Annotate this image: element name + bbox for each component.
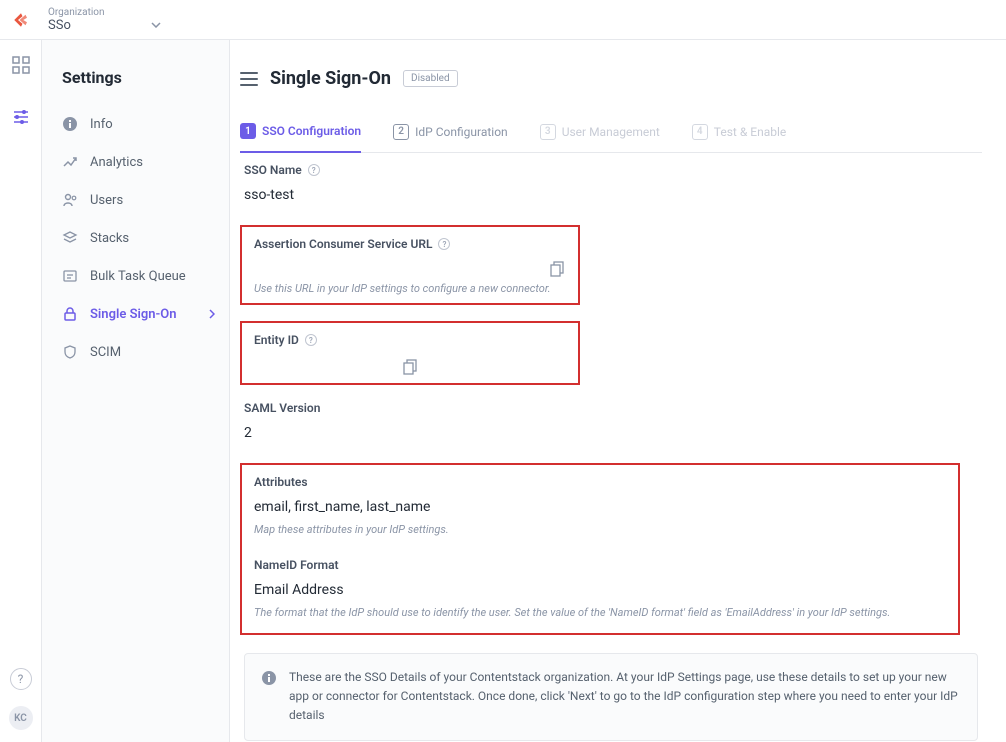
queue-icon <box>62 268 78 284</box>
sidebar-item-label: Users <box>90 193 123 208</box>
tab-idp-config[interactable]: 2 IdP Configuration <box>393 115 508 152</box>
copy-icon[interactable] <box>403 359 417 375</box>
field-value: email, first_name, last_name <box>254 499 946 515</box>
tab-user-mgmt: 3 User Management <box>540 115 660 152</box>
info-icon <box>62 116 78 132</box>
top-bar: Organization SSo <box>0 0 1006 40</box>
help-tooltip-icon[interactable]: ? <box>438 238 450 250</box>
stacks-icon <box>62 230 78 246</box>
sidebar-item-sso[interactable]: Single Sign-On <box>42 295 229 333</box>
field-label-text: NameID Format <box>254 558 339 572</box>
help-icon[interactable]: ? <box>10 668 32 690</box>
field-sso-name: SSO Name ? sso-test <box>240 163 982 203</box>
sidebar-item-label: Bulk Task Queue <box>90 269 186 284</box>
field-value: sso-test <box>244 187 978 203</box>
field-hint: Use this URL in your IdP settings to con… <box>254 282 551 295</box>
sidebar-item-label: SCIM <box>90 345 121 360</box>
sidebar-item-label: Single Sign-On <box>90 307 177 322</box>
field-label-text: Attributes <box>254 475 308 489</box>
info-icon <box>261 670 277 686</box>
field-label-text: SAML Version <box>244 401 320 415</box>
users-icon <box>62 192 78 208</box>
shield-icon <box>62 344 78 360</box>
main-content: Single Sign-On Disabled 1 SSO Configurat… <box>230 40 1006 742</box>
info-text: These are the SSO Details of your Conten… <box>289 668 961 726</box>
help-tooltip-icon[interactable]: ? <box>308 164 320 176</box>
tab-sso-config[interactable]: 1 SSO Configuration <box>240 115 361 153</box>
lock-icon <box>62 306 78 322</box>
sidebar: Settings Info Analytics Users Stacks Bul… <box>42 40 230 742</box>
app-logo-icon <box>12 11 30 29</box>
field-value: Email Address <box>254 582 946 598</box>
tab-number: 4 <box>692 124 708 140</box>
tab-number: 3 <box>540 124 556 140</box>
tab-label: IdP Configuration <box>415 125 508 139</box>
sliders-icon[interactable] <box>12 108 30 126</box>
field-label-text: SSO Name <box>244 163 302 177</box>
sidebar-item-scim[interactable]: SCIM <box>42 333 229 371</box>
tab-label: SSO Configuration <box>262 124 361 138</box>
field-hint: The format that the IdP should use to id… <box>254 606 946 619</box>
tabs: 1 SSO Configuration 2 IdP Configuration … <box>240 115 982 153</box>
field-value: 2 <box>244 425 978 441</box>
avatar[interactable]: KC <box>9 706 33 730</box>
chevron-right-icon <box>209 309 215 319</box>
org-label: Organization <box>48 7 161 18</box>
chevron-down-icon <box>151 22 161 28</box>
field-hint: Map these attributes in your IdP setting… <box>254 523 946 536</box>
field-saml-version: SAML Version 2 <box>240 401 982 441</box>
tab-label: Test & Enable <box>714 125 786 139</box>
sidebar-item-label: Info <box>90 117 113 132</box>
org-name: SSo <box>48 18 71 33</box>
sidebar-item-stacks[interactable]: Stacks <box>42 219 229 257</box>
tab-number: 2 <box>393 124 409 140</box>
menu-toggle-icon[interactable] <box>240 72 258 86</box>
field-entity-id: Entity ID ? <box>240 321 580 385</box>
field-acs-url: Assertion Consumer Service URL ? Use thi… <box>240 225 580 305</box>
tab-number: 1 <box>240 123 256 139</box>
apps-icon[interactable] <box>12 56 30 74</box>
org-selector[interactable]: Organization SSo <box>48 7 161 33</box>
left-rail: ? KC <box>0 40 42 742</box>
status-badge: Disabled <box>403 70 458 87</box>
sidebar-item-info[interactable]: Info <box>42 105 229 143</box>
tab-label: User Management <box>562 125 660 139</box>
sidebar-title: Settings <box>42 68 229 105</box>
info-box: These are the SSO Details of your Conten… <box>244 653 978 741</box>
copy-icon[interactable] <box>550 261 564 277</box>
sidebar-item-bulk-task[interactable]: Bulk Task Queue <box>42 257 229 295</box>
analytics-icon <box>62 154 78 170</box>
sidebar-item-label: Analytics <box>90 155 143 170</box>
tab-test-enable: 4 Test & Enable <box>692 115 786 152</box>
sidebar-item-label: Stacks <box>90 231 129 246</box>
field-attributes-group: Attributes email, first_name, last_name … <box>240 463 960 635</box>
field-label-text: Assertion Consumer Service URL <box>254 237 432 251</box>
sidebar-item-users[interactable]: Users <box>42 181 229 219</box>
sidebar-item-analytics[interactable]: Analytics <box>42 143 229 181</box>
page-header: Single Sign-On Disabled <box>240 68 982 89</box>
page-title: Single Sign-On <box>270 68 391 89</box>
field-label-text: Entity ID <box>254 333 299 347</box>
help-tooltip-icon[interactable]: ? <box>305 334 317 346</box>
